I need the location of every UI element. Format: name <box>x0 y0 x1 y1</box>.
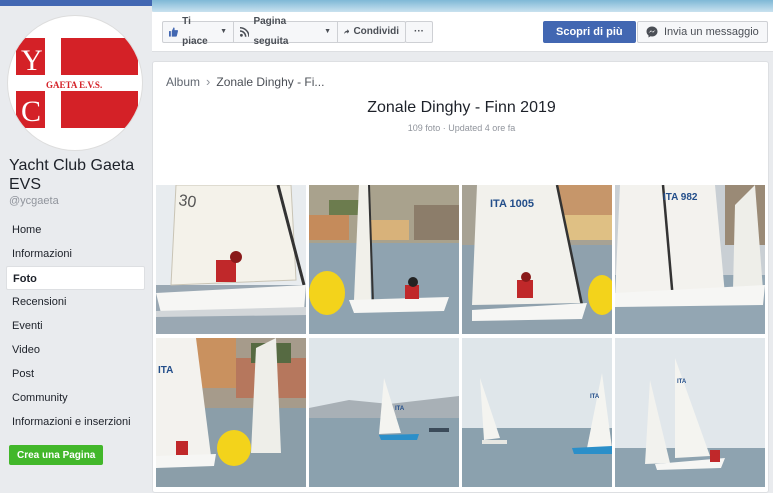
share-button-label: Condividi <box>353 26 399 37</box>
sidebar-item-video[interactable]: Video <box>6 338 145 362</box>
send-message-button[interactable]: Invia un messaggio <box>637 21 768 43</box>
breadcrumb-current: Zonale Dinghy - Fi... <box>216 74 325 89</box>
sailboat-photo: ITA 1005 <box>462 185 612 334</box>
album-title: Zonale Dinghy - Finn 2019 <box>367 99 556 116</box>
photo-thumbnail[interactable]: ITA <box>156 338 306 487</box>
sailboat-photo: ITA <box>615 338 765 487</box>
sailboat-photo: ITA <box>462 338 612 487</box>
sidebar-item-foto[interactable]: Foto <box>6 266 145 290</box>
sail-number: ITA <box>158 365 173 376</box>
sailboat-photo: 30 <box>156 185 306 334</box>
page-sidebar: Y C GAETA E.V.S. Yacht Club Gaeta EVS @y… <box>0 6 152 493</box>
main-content: Ti piace ▼ Pagina seguita ▼ Condividi ··… <box>152 0 773 493</box>
sail-number: 30 <box>177 192 197 211</box>
yacht-club-burgee-logo: Y C GAETA E.V.S. <box>9 17 141 149</box>
breadcrumb-album-link[interactable]: Album <box>166 75 200 89</box>
photo-thumbnail[interactable]: 30 <box>156 185 306 334</box>
sail-number: ITA <box>677 379 687 385</box>
following-button[interactable]: Pagina seguita ▼ <box>233 16 338 47</box>
sail-number: ITA <box>590 394 600 400</box>
photo-thumbnail[interactable]: ITA 982 <box>615 185 765 334</box>
following-button-label: Pagina seguita <box>253 16 289 47</box>
more-dots-icon: ··· <box>414 26 424 37</box>
sidebar-item-community[interactable]: Community <box>6 386 145 410</box>
sail-number: ITA <box>395 406 405 412</box>
breadcrumb: Album › Zonale Dinghy - Fi... <box>166 74 324 89</box>
like-button-label: Ti piace <box>182 16 208 47</box>
photo-thumbnail[interactable]: ITA <box>615 338 765 487</box>
page-navigation: Home Informazioni Foto Recensioni Eventi… <box>6 218 145 434</box>
sidebar-item-informazioni[interactable]: Informazioni <box>6 242 145 266</box>
sidebar-item-home[interactable]: Home <box>6 218 145 242</box>
page-name[interactable]: Yacht Club Gaeta EVS <box>9 156 149 194</box>
photo-thumbnail[interactable]: ITA <box>462 338 612 487</box>
more-options-button[interactable]: ··· <box>405 21 433 43</box>
create-page-button[interactable]: Crea una Pagina <box>9 445 104 465</box>
caret-down-icon: ▼ <box>220 28 227 35</box>
sidebar-item-recensioni[interactable]: Recensioni <box>6 290 145 314</box>
sailboat-photo: ITA <box>156 338 306 487</box>
page-profile-logo[interactable]: Y C GAETA E.V.S. <box>8 16 142 150</box>
logo-letter-c: C <box>21 95 41 128</box>
thumbs-up-icon <box>169 27 178 37</box>
sail-number: ITA 1005 <box>490 198 534 210</box>
sidebar-item-eventi[interactable]: Eventi <box>6 314 145 338</box>
page-action-bar: Ti piace ▼ Pagina seguita ▼ Condividi ··… <box>152 12 773 52</box>
logo-gaeta-text: GAETA E.V.S. <box>46 80 102 90</box>
album-meta: 109 foto · Updated 4 ore fa <box>407 123 516 133</box>
sidebar-item-informazioni-e-inserzioni[interactable]: Informazioni e inserzioni <box>6 410 145 434</box>
logo-letter-y: Y <box>21 44 43 77</box>
photo-thumbnail[interactable] <box>309 185 459 334</box>
photo-thumbnail[interactable]: ITA 1005 <box>462 185 612 334</box>
send-message-label: Invia un messaggio <box>664 26 759 38</box>
like-button[interactable]: Ti piace ▼ <box>162 16 234 47</box>
album-card: Album › Zonale Dinghy - Fi... Zonale Din… <box>152 61 769 493</box>
rss-icon <box>240 27 250 37</box>
messenger-icon <box>646 26 658 38</box>
page-handle[interactable]: @ycgaeta <box>9 195 59 207</box>
cover-photo[interactable] <box>152 0 773 12</box>
share-button[interactable]: Condividi <box>337 21 406 43</box>
chevron-right-icon: › <box>206 74 211 89</box>
sailboat-photo <box>309 185 459 334</box>
photo-thumbnail[interactable]: ITA <box>309 338 459 487</box>
sailboat-photo: ITA 982 <box>615 185 765 334</box>
sail-number: ITA 982 <box>663 192 698 203</box>
learn-more-button[interactable]: Scopri di più <box>543 21 636 43</box>
share-arrow-icon <box>344 29 350 35</box>
sailboat-photo: ITA <box>309 338 459 487</box>
caret-down-icon: ▼ <box>324 28 331 35</box>
sidebar-item-post[interactable]: Post <box>6 362 145 386</box>
